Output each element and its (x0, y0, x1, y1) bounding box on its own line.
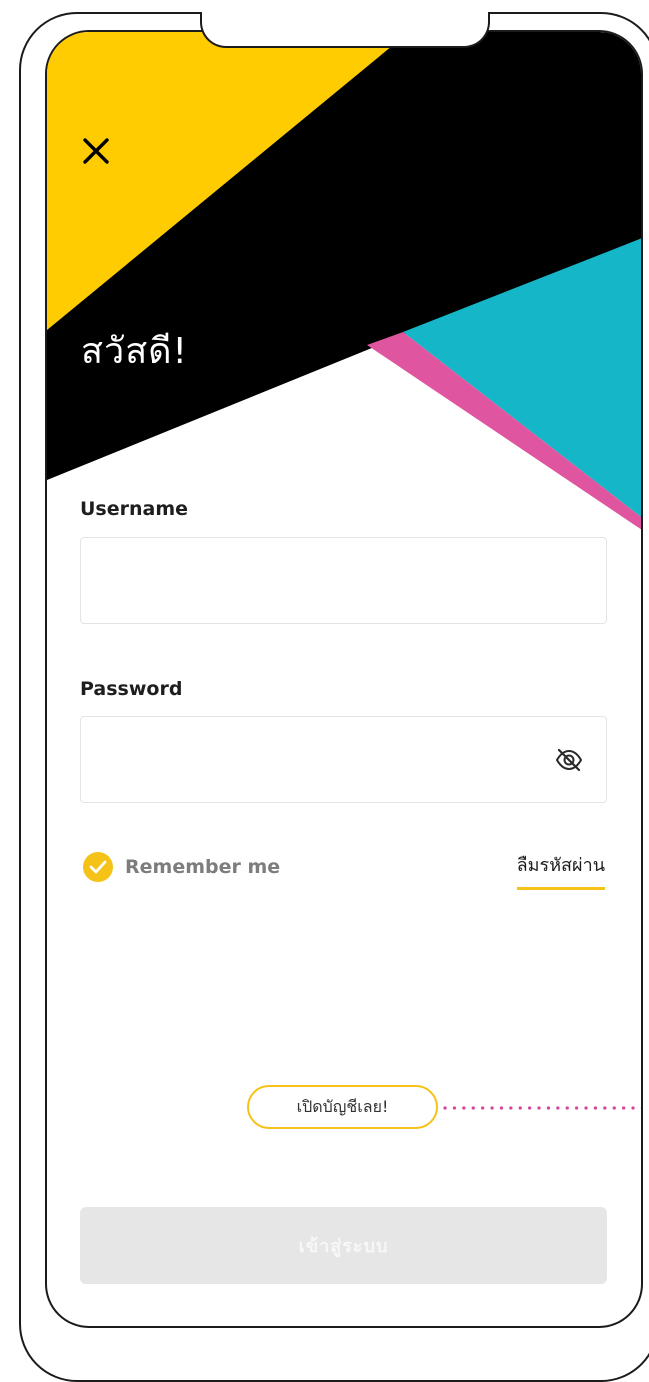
forgot-password-link[interactable]: ลืมรหัสผ่าน (516, 850, 605, 890)
greeting-title: สวัสดี! (81, 331, 188, 372)
username-field[interactable] (80, 537, 607, 624)
login-button[interactable]: เข้าสู่ระบบ (80, 1207, 607, 1284)
eye-off-icon (555, 748, 583, 772)
username-input[interactable] (81, 538, 606, 623)
phone-screen: สวัสดี! Username Password Remember me ลื… (45, 30, 643, 1328)
username-label: Username (80, 498, 189, 520)
password-label: Password (80, 678, 183, 700)
open-account-link[interactable]: เปิดบัญชีเลย! (247, 1085, 438, 1129)
device-notch (200, 12, 490, 48)
check-icon (83, 852, 113, 882)
hero-background (47, 32, 641, 530)
remember-me-checkbox[interactable]: Remember me (83, 852, 280, 882)
password-field[interactable] (80, 716, 607, 803)
annotation-dotted-line (443, 1106, 641, 1110)
remember-me-label: Remember me (125, 856, 281, 878)
hero-banner: สวัสดี! (47, 32, 641, 572)
password-input[interactable] (81, 717, 606, 802)
password-visibility-toggle[interactable] (554, 747, 584, 773)
close-icon (83, 138, 109, 164)
close-button[interactable] (79, 134, 113, 168)
